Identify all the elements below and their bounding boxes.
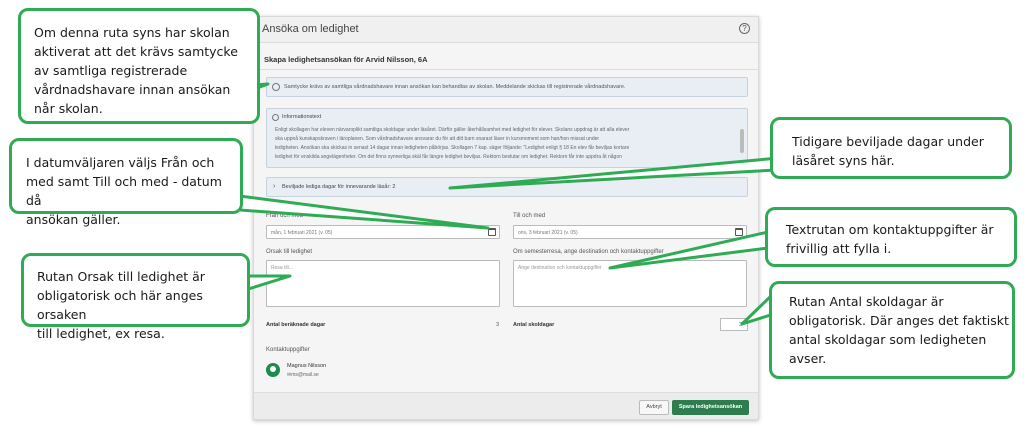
callout-line: obligatorisk och här anges orsaken <box>37 288 203 322</box>
callout-text: I datumväljaren väljs Från och med samt … <box>26 153 240 229</box>
to-date-label: Till och med <box>513 213 546 219</box>
school-days-input[interactable]: 3 <box>720 318 748 331</box>
consent-text: Samtycke krävs av samtliga vårdnadshavar… <box>284 84 626 90</box>
consent-notice: Samtycke krävs av samtliga vårdnadshavar… <box>266 77 748 97</box>
contact-info-textarea[interactable]: Ange destination och kontaktuppgifter <box>513 260 747 307</box>
callout-consent: Om denna ruta syns har skolan aktiverat … <box>18 8 260 124</box>
callout-school-days: Rutan Antal skoldagar är obligatorisk. D… <box>769 281 1015 379</box>
reason-textarea[interactable]: Resa till... <box>266 260 500 307</box>
callout-text: Rutan Antal skoldagar är obligatorisk. D… <box>789 292 1009 368</box>
calendar-icon[interactable] <box>488 228 496 236</box>
to-date-value: ons, 3 februari 2021 (v. 05) <box>518 230 578 236</box>
reason-label: Orsak till ledighet <box>266 249 313 255</box>
callout-dates: I datumväljaren väljs Från och med samt … <box>9 138 243 227</box>
callout-line: antal skoldagar som ledigheten <box>789 332 987 347</box>
school-days-label: Antal skoldagar <box>513 322 555 328</box>
dialog-title: Ansöka om ledighet <box>262 23 359 35</box>
from-date-value: mån, 1 februari 2021 (v. 05) <box>271 230 333 236</box>
information-text-box: Informationstext Enligt skollagen har el… <box>266 108 748 168</box>
callout-line: av samtliga registrerade <box>34 63 188 78</box>
help-icon[interactable]: ? <box>739 23 750 34</box>
divider <box>254 69 758 70</box>
callout-line: Tidigare beviljade dagar under <box>792 134 984 149</box>
info-scrollbar[interactable] <box>740 129 744 153</box>
calendar-icon[interactable] <box>735 228 743 236</box>
from-date-label: Från och med <box>266 213 304 219</box>
info-circle-icon <box>272 83 280 91</box>
leave-application-dialog: Ansöka om ledighet ? Skapa ledighetsansö… <box>253 16 759 420</box>
callout-line: Om denna ruta syns har skolan <box>34 25 230 40</box>
callout-line: Textrutan om kontaktuppgifter är <box>786 222 994 237</box>
school-days-value: 3 <box>739 322 743 328</box>
contact-name: Magnus Nilsson <box>287 363 327 369</box>
info-line: ledighet för enskilda angelägenheter. Om… <box>275 154 622 160</box>
avatar <box>266 363 280 377</box>
callout-line: vårdnadshavare innan ansökan <box>34 82 231 97</box>
info-circle-icon <box>272 114 279 121</box>
callout-text: Tidigare beviljade dagar under läsåret s… <box>792 132 984 170</box>
callout-line: till ledighet, ex resa. <box>37 326 165 341</box>
contact-info-placeholder: Ange destination och kontaktuppgifter <box>518 265 602 271</box>
contact-info-label: Om semesterresa, ange destination och ko… <box>513 249 664 255</box>
callout-line: frivillig att fylla i. <box>786 241 892 256</box>
callout-line: obligatorisk. Där anges det faktiskt <box>789 313 1009 328</box>
callout-text: Textrutan om kontaktuppgifter är frivill… <box>786 220 994 258</box>
dialog-subheading: Skapa ledighetsansökan för Arvid Nilsson… <box>264 55 428 64</box>
callout-text: Om denna ruta syns har skolan aktiverat … <box>34 23 238 118</box>
approved-days-panel[interactable]: › Beviljade lediga dagar för innevarande… <box>266 177 748 197</box>
contact-email: ✉ms@mail.se <box>287 372 319 378</box>
chevron-right-icon: › <box>273 183 276 190</box>
cancel-button[interactable]: Avbryt <box>639 400 669 415</box>
save-button[interactable]: Spara ledighetsansökan <box>672 400 749 415</box>
info-title: Informationstext <box>282 114 322 120</box>
callout-line: I datumväljaren väljs Från och <box>26 155 215 170</box>
dialog-header: Ansöka om ledighet ? <box>254 17 758 43</box>
callout-reason: Rutan Orsak till ledighet är obligatoris… <box>21 253 250 341</box>
callout-line: med samt Till och med - datum då <box>26 174 222 208</box>
callout-line: Rutan Antal skoldagar är <box>789 294 944 309</box>
callout-text: Rutan Orsak till ledighet är obligatoris… <box>37 267 247 343</box>
info-line: Enligt skollagen har eleven närvaroplikt… <box>275 127 630 133</box>
callout-contact: Textrutan om kontaktuppgifter är frivill… <box>765 207 1017 267</box>
callout-line: avser. <box>789 351 827 366</box>
approved-days-text: Beviljade lediga dagar för innevarande l… <box>282 184 396 190</box>
callout-line: läsåret syns här. <box>792 153 895 168</box>
to-date-input[interactable]: ons, 3 februari 2021 (v. 05) <box>513 225 747 239</box>
contact-email-text: ms@mail.se <box>291 372 319 378</box>
callout-line: når skolan. <box>34 101 103 116</box>
from-date-input[interactable]: mån, 1 februari 2021 (v. 05) <box>266 225 500 239</box>
info-line: ledigheten. Ansökan ska skickas in senas… <box>275 145 630 151</box>
callout-previous-days: Tidigare beviljade dagar under läsåret s… <box>770 117 1012 179</box>
callout-line: Rutan Orsak till ledighet är <box>37 269 205 284</box>
contacts-label: Kontaktuppgifter <box>266 347 310 353</box>
calculated-days-value: 3 <box>496 322 500 328</box>
reason-placeholder: Resa till... <box>271 265 293 271</box>
info-line: ska uppnå kunskapskraven i läroplanen. S… <box>275 136 600 142</box>
callout-line: aktiverat att det krävs samtycke <box>34 44 238 59</box>
callout-line: ansökan gäller. <box>26 212 121 227</box>
dialog-footer: Avbryt Spara ledighetsansökan <box>254 392 758 419</box>
calculated-days-label: Antal beräknade dagar <box>266 322 326 328</box>
